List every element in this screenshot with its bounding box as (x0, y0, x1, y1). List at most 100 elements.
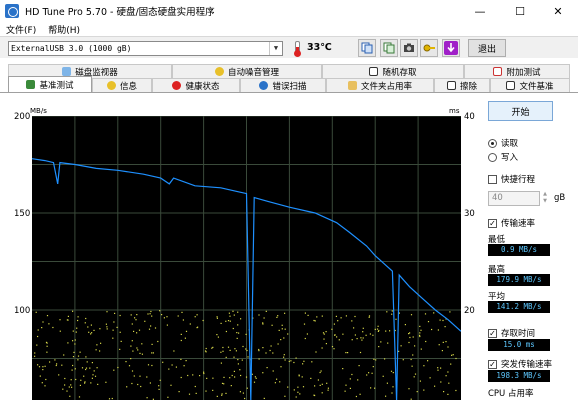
access-time-point (70, 384, 72, 386)
access-time-checkbox[interactable]: ✓ 存取时间 (488, 327, 535, 339)
cpu-usage-label: CPU 占用率 (488, 389, 534, 399)
options-button[interactable] (420, 39, 438, 57)
access-time-point (283, 356, 285, 358)
access-time-point (342, 333, 344, 335)
start-button[interactable]: 开始 (488, 101, 553, 121)
menu-file[interactable]: 文件(F) (6, 23, 36, 36)
access-time-point (441, 350, 443, 352)
tab-file-benchmark[interactable]: 文件基准 (490, 78, 570, 92)
access-time-point (355, 395, 357, 398)
app-icon (5, 4, 19, 18)
access-time-point (42, 321, 44, 323)
access-time-point (238, 332, 240, 334)
access-time-point (411, 365, 413, 367)
access-time-point (139, 352, 141, 354)
access-time-point (284, 312, 286, 314)
tab-benchmark[interactable]: 基准测试 (8, 76, 92, 92)
tab-folder-usage[interactable]: 文件夹占用率 (326, 78, 434, 92)
maximize-button[interactable]: ☐ (500, 0, 540, 22)
access-time-point (231, 374, 233, 377)
access-time-point (334, 334, 336, 336)
menu-help[interactable]: 帮助(H) (48, 23, 80, 36)
access-time-point (91, 377, 93, 379)
access-time-point (323, 338, 325, 340)
access-time-point (437, 369, 439, 371)
access-time-point (234, 376, 236, 378)
burst-rate-checkbox[interactable]: ✓ 突发传输速率 (488, 358, 552, 370)
access-time-point (272, 352, 274, 354)
access-time-point (245, 333, 247, 335)
access-time-point (211, 347, 213, 349)
access-time-point (447, 346, 449, 348)
access-time-point (382, 375, 384, 377)
access-time-point (372, 334, 374, 336)
access-time-point (232, 310, 234, 312)
tab-info[interactable]: 信息 (92, 78, 152, 92)
access-time-point (189, 323, 191, 325)
access-time-point (437, 329, 439, 331)
access-time-point (271, 324, 273, 326)
access-time-point (225, 392, 227, 394)
minimize-button[interactable]: — (460, 0, 500, 22)
spin-arrows-icon[interactable]: ▲ ▼ (541, 191, 549, 206)
access-time-point (148, 328, 151, 330)
access-time-point (361, 339, 363, 341)
access-time-point (105, 323, 107, 325)
right-tick-label: 40 (464, 112, 475, 122)
access-time-point (111, 397, 113, 400)
save-button[interactable] (442, 39, 460, 57)
access-time-point (317, 379, 319, 381)
tab-error-scan[interactable]: 错误扫描 (240, 78, 326, 92)
access-time-point (419, 335, 421, 338)
access-time-point (340, 317, 342, 319)
drive-select[interactable]: ExternalUSB 3.0 (1000 gB) ▼ (8, 41, 283, 56)
radio-icon (488, 138, 497, 148)
min-value: 0.9 MB/s (488, 244, 550, 256)
tab-erase[interactable]: 擦除 (434, 78, 490, 92)
access-time-point (288, 360, 290, 362)
access-time-point (42, 366, 44, 368)
access-time-point (84, 381, 86, 383)
access-time-point (349, 387, 351, 389)
access-time-point (93, 329, 95, 331)
copy-info-button[interactable] (358, 39, 376, 57)
quick-stroke-checkbox[interactable]: 快捷行程 (488, 173, 535, 185)
read-radio[interactable]: 读取 (488, 137, 518, 149)
exit-button[interactable]: 退出 (468, 39, 506, 57)
access-time-point (37, 364, 39, 366)
access-time-point (66, 390, 68, 392)
title-bar: HD Tune Pro 5.70 - 硬盘/固态硬盘实用程序 — ☐ ✕ (0, 0, 578, 22)
access-time-point (374, 328, 376, 330)
access-time-point (42, 369, 44, 371)
transfer-rate-checkbox[interactable]: ✓ 传输速率 (488, 217, 535, 229)
tab-aam[interactable]: 自动噪音管理 (172, 64, 322, 78)
tab-random-access[interactable]: 随机存取 (322, 64, 464, 78)
close-button[interactable]: ✕ (538, 0, 578, 22)
access-time-point (58, 374, 60, 376)
access-time-point (140, 385, 142, 388)
access-time-point (295, 396, 297, 398)
access-time-point (431, 328, 433, 331)
tab-extra-tests[interactable]: 附加测试 (464, 64, 570, 78)
access-time-point (255, 377, 257, 379)
access-time-point (414, 373, 417, 375)
tab-health[interactable]: 健康状态 (152, 78, 240, 92)
access-time-point (229, 349, 231, 351)
access-time-point (293, 361, 295, 364)
access-time-point (75, 331, 77, 333)
access-time-point (116, 326, 118, 328)
access-time-point (281, 328, 283, 330)
access-time-point (180, 333, 182, 335)
write-radio[interactable]: 写入 (488, 151, 518, 163)
benchmark-chart: MB/s ms 200 150 100 40 30 20 (0, 93, 480, 400)
access-time-point (202, 319, 204, 322)
access-time-point (391, 310, 393, 312)
access-time-point (72, 356, 75, 358)
chevron-down-icon[interactable]: ▼ (269, 42, 282, 55)
access-time-point (302, 363, 304, 365)
quick-stroke-input[interactable]: 40 (488, 191, 540, 206)
screenshot-button[interactable] (400, 39, 418, 57)
access-time-point (45, 378, 47, 381)
access-time-point (80, 379, 82, 381)
copy-screen-button[interactable] (380, 39, 398, 57)
